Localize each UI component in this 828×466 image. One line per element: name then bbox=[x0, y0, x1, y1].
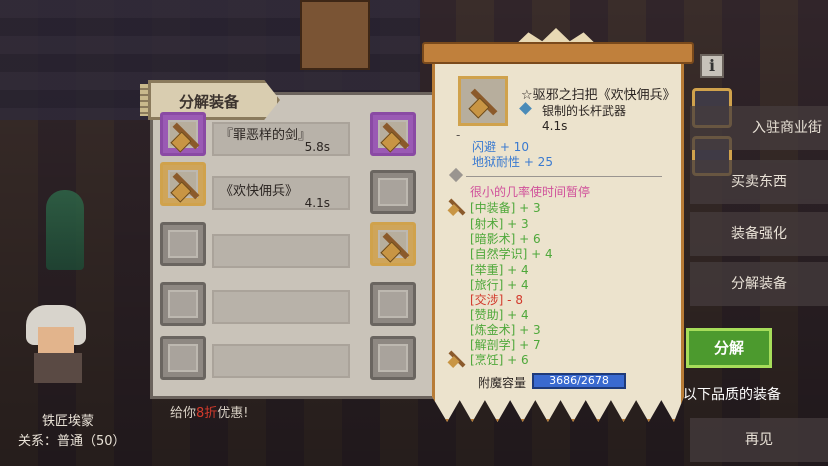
enchant-capacity-bar: 3686/2678 bbox=[532, 373, 626, 389]
scroll-top-bar bbox=[422, 42, 694, 64]
salvage-target-slot[interactable] bbox=[370, 282, 416, 326]
menu-item-salvage[interactable]: 分解装备 bbox=[690, 262, 828, 306]
skill-bonus: [中装备] + 3 bbox=[470, 201, 541, 215]
item-slot[interactable] bbox=[160, 222, 206, 266]
item-name: 『罪恶样的剑』 bbox=[220, 128, 312, 143]
tooltip-divider bbox=[466, 176, 662, 177]
item-time: 5.8s bbox=[304, 140, 330, 154]
slot-inner bbox=[378, 290, 408, 318]
tooltip-effect: 很小的几率使时间暂停 bbox=[470, 185, 591, 199]
item-slot[interactable] bbox=[160, 162, 206, 206]
tooltip-title: ☆驱邪之扫把《欢快佣兵》 bbox=[521, 88, 676, 103]
enchant-capacity-label: 附魔容量 bbox=[478, 376, 527, 390]
item-slot[interactable] bbox=[160, 336, 206, 380]
salvage-target-slot[interactable] bbox=[370, 222, 416, 266]
broom-icon bbox=[380, 122, 410, 153]
enchant-capacity-value: 3686/2678 bbox=[549, 374, 609, 387]
background-crates bbox=[300, 0, 370, 70]
slot-inner bbox=[168, 344, 198, 372]
broom-icon bbox=[170, 172, 200, 203]
tooltip-type: 银制的长杆武器 bbox=[542, 104, 627, 118]
tooltip-item-icon bbox=[458, 76, 508, 126]
npc-relation: 关系：普通（50） bbox=[18, 434, 126, 449]
broom-icon bbox=[380, 232, 410, 263]
skill-bonus: [烹饪] + 6 bbox=[470, 353, 529, 367]
background-plant bbox=[46, 190, 84, 270]
quality-filter-text[interactable]: 以下品质的装备 bbox=[683, 384, 781, 404]
tooltip-dash: - bbox=[456, 128, 461, 142]
npc-name: 铁匠埃蒙 bbox=[42, 414, 95, 429]
salvage-target-slot[interactable] bbox=[370, 112, 416, 156]
item-info-box[interactable]: 《欢快佣兵》 4.1s bbox=[212, 176, 350, 210]
item-slot[interactable] bbox=[160, 282, 206, 326]
slot-inner bbox=[168, 290, 198, 318]
slot-inner bbox=[378, 344, 408, 372]
salvage-button[interactable]: 分解 bbox=[686, 328, 772, 368]
hint-prefix: 给你 bbox=[170, 406, 197, 421]
npc-body bbox=[34, 353, 82, 383]
discount-hint: 给你8折优惠! bbox=[170, 402, 249, 421]
item-name: 《欢快佣兵》 bbox=[220, 184, 299, 199]
menu-item-join-street[interactable]: 入驻商业街 bbox=[690, 106, 828, 150]
salvage-target-slot[interactable] bbox=[370, 336, 416, 380]
tooltip-cooldown: 4.1s bbox=[542, 119, 568, 133]
hint-discount: 8折 bbox=[196, 406, 218, 421]
slot-inner bbox=[378, 178, 408, 206]
item-info-box[interactable]: 『罪恶样的剑』 5.8s bbox=[212, 122, 350, 156]
broom-icon bbox=[170, 122, 200, 153]
menu-item-farewell[interactable]: 再见 bbox=[690, 418, 828, 462]
broom-icon bbox=[447, 350, 466, 369]
menu-item-upgrade[interactable]: 装备强化 bbox=[690, 212, 828, 256]
skill-bonus: [自然学识] + 4 bbox=[470, 247, 553, 261]
broom-icon bbox=[447, 198, 466, 217]
npc-face bbox=[38, 327, 74, 353]
tooltip-stat: 地狱耐性 + 25 bbox=[472, 155, 553, 169]
item-info-box[interactable] bbox=[212, 234, 350, 268]
menu-item-trade[interactable]: 买卖东西 bbox=[690, 160, 828, 204]
npc-portrait bbox=[18, 305, 98, 383]
slot-inner bbox=[168, 230, 198, 258]
broom-icon bbox=[468, 88, 498, 119]
item-info-box[interactable] bbox=[212, 290, 350, 324]
info-button[interactable]: i bbox=[700, 54, 724, 78]
item-time: 4.1s bbox=[304, 196, 330, 210]
item-info-box[interactable] bbox=[212, 344, 350, 378]
npc-info: 铁匠埃蒙 关系：普通（50） bbox=[0, 402, 164, 466]
hint-suffix: 优惠! bbox=[217, 406, 249, 421]
item-slot[interactable] bbox=[160, 112, 206, 156]
salvage-target-slot[interactable] bbox=[370, 170, 416, 214]
salvage-panel-title: 分解装备 bbox=[179, 93, 240, 111]
